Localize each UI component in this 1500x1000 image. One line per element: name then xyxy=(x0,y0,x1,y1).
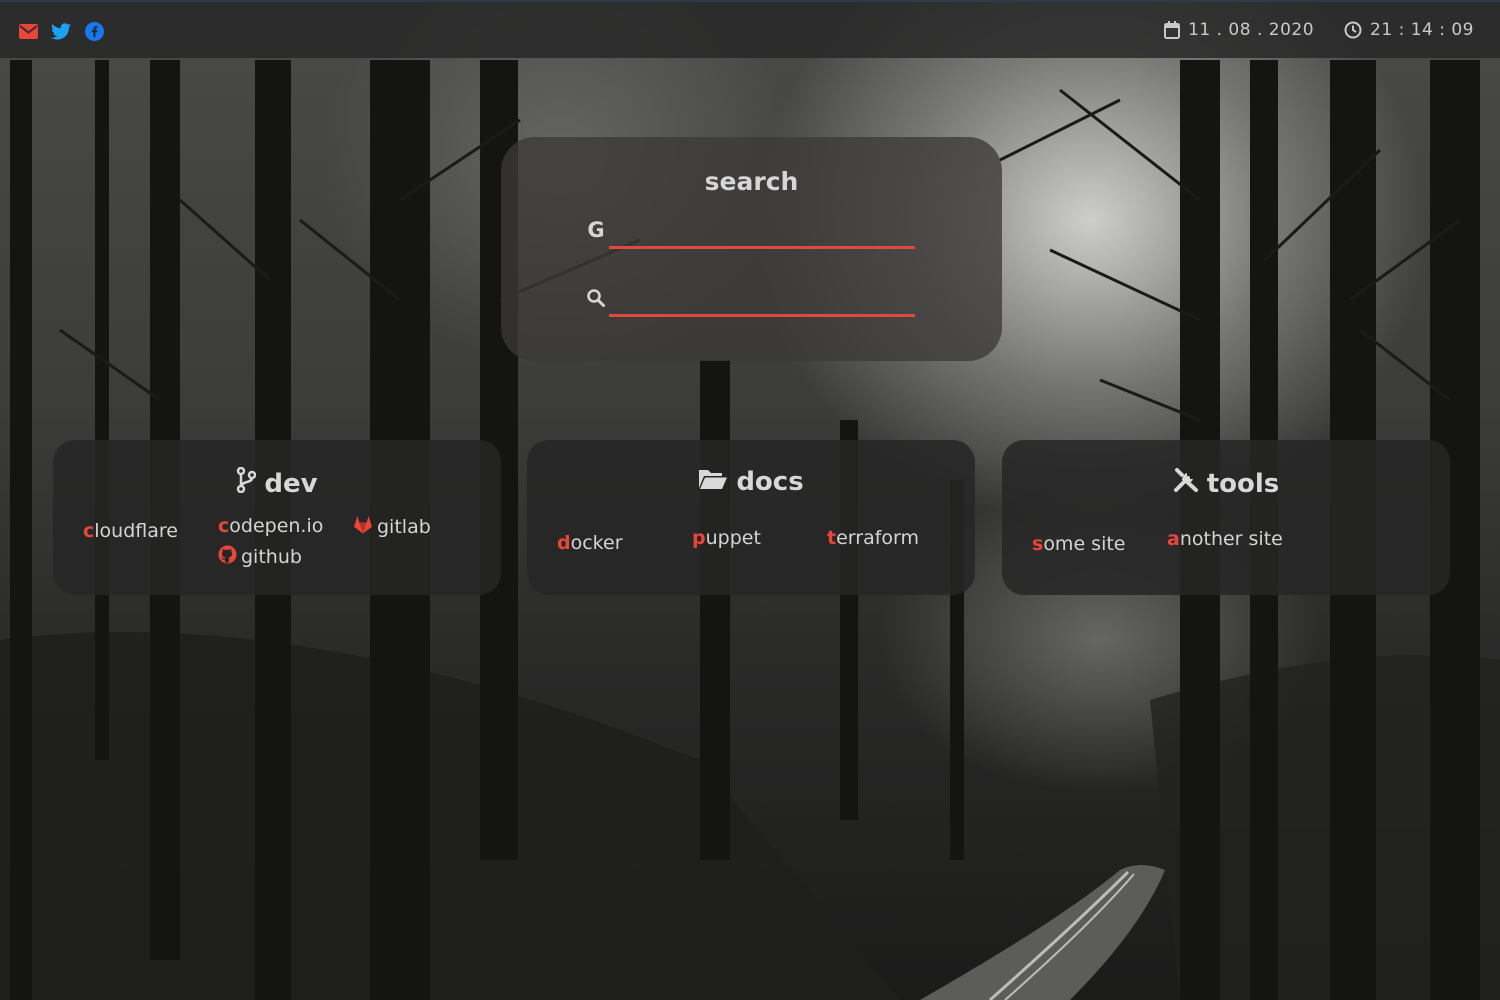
social-links xyxy=(18,21,104,41)
twitter-icon[interactable] xyxy=(51,21,71,41)
docker-link[interactable]: docker xyxy=(557,532,623,554)
docs-card-title: docs xyxy=(527,467,975,497)
github-icon xyxy=(218,545,237,569)
link-label: odepen.io xyxy=(229,515,324,537)
link-label: uppet xyxy=(705,527,761,549)
envelope-icon[interactable] xyxy=(18,21,38,41)
link-hotkey: c xyxy=(218,515,230,537)
link-label: gitlab xyxy=(377,516,431,538)
link-hotkey: a xyxy=(1167,528,1180,550)
link-hotkey: c xyxy=(83,520,95,542)
codepen-link[interactable]: codepen.io xyxy=(218,515,323,537)
link-hotkey: p xyxy=(692,527,706,549)
site-search-row xyxy=(585,283,917,323)
dev-title-text: dev xyxy=(264,468,318,499)
google-icon: G xyxy=(587,218,605,242)
time-text: 21 : 14 : 09 xyxy=(1370,20,1474,40)
link-hotkey: d xyxy=(557,532,571,554)
another-site-link[interactable]: another site xyxy=(1167,528,1283,550)
time-display: 21 : 14 : 09 xyxy=(1344,20,1474,40)
search-card: search G xyxy=(501,137,1002,361)
date-display: 11 . 08 . 2020 xyxy=(1164,20,1314,40)
link-hotkey: t xyxy=(827,527,837,549)
folder-open-icon xyxy=(698,467,728,497)
tools-title-text: tools xyxy=(1206,468,1280,499)
google-search-row: G xyxy=(585,215,917,255)
google-search-input[interactable] xyxy=(609,215,915,249)
tools-card-title: tools xyxy=(1002,467,1450,500)
link-label: ome site xyxy=(1043,533,1126,555)
status-area: 11 . 08 . 2020 21 : 14 : 09 xyxy=(1164,20,1474,40)
github-link[interactable]: github xyxy=(218,545,302,569)
clock-icon xyxy=(1344,21,1362,39)
puppet-link[interactable]: puppet xyxy=(692,527,761,549)
docs-title-text: docs xyxy=(736,467,804,497)
code-branch-icon xyxy=(236,466,257,500)
site-search-input[interactable] xyxy=(609,283,915,317)
gitlab-link[interactable]: gitlab xyxy=(353,515,431,539)
tools-card: tools some site another site xyxy=(1002,440,1450,595)
facebook-icon[interactable] xyxy=(84,21,104,41)
top-bar: 11 . 08 . 2020 21 : 14 : 09 xyxy=(0,0,1500,58)
link-label: nother site xyxy=(1179,528,1283,550)
link-label: loudflare xyxy=(94,520,178,542)
link-hotkey: s xyxy=(1032,533,1044,555)
link-label: github xyxy=(241,546,302,568)
dev-card-title: dev xyxy=(53,466,501,500)
calendar-icon xyxy=(1164,21,1181,39)
dev-card: dev cloudflare codepen.io gitlab github xyxy=(53,440,501,595)
date-text: 11 . 08 . 2020 xyxy=(1188,20,1315,40)
terraform-link[interactable]: terraform xyxy=(827,527,919,549)
search-title: search xyxy=(704,167,799,196)
link-label: erraform xyxy=(836,527,920,549)
docs-card: docs docker puppet terraform xyxy=(527,440,975,595)
tools-icon xyxy=(1173,467,1199,500)
link-label: ocker xyxy=(570,532,623,554)
gitlab-icon xyxy=(353,515,373,539)
search-icon xyxy=(585,287,607,309)
some-site-link[interactable]: some site xyxy=(1032,533,1126,555)
cloudflare-link[interactable]: cloudflare xyxy=(83,520,178,542)
